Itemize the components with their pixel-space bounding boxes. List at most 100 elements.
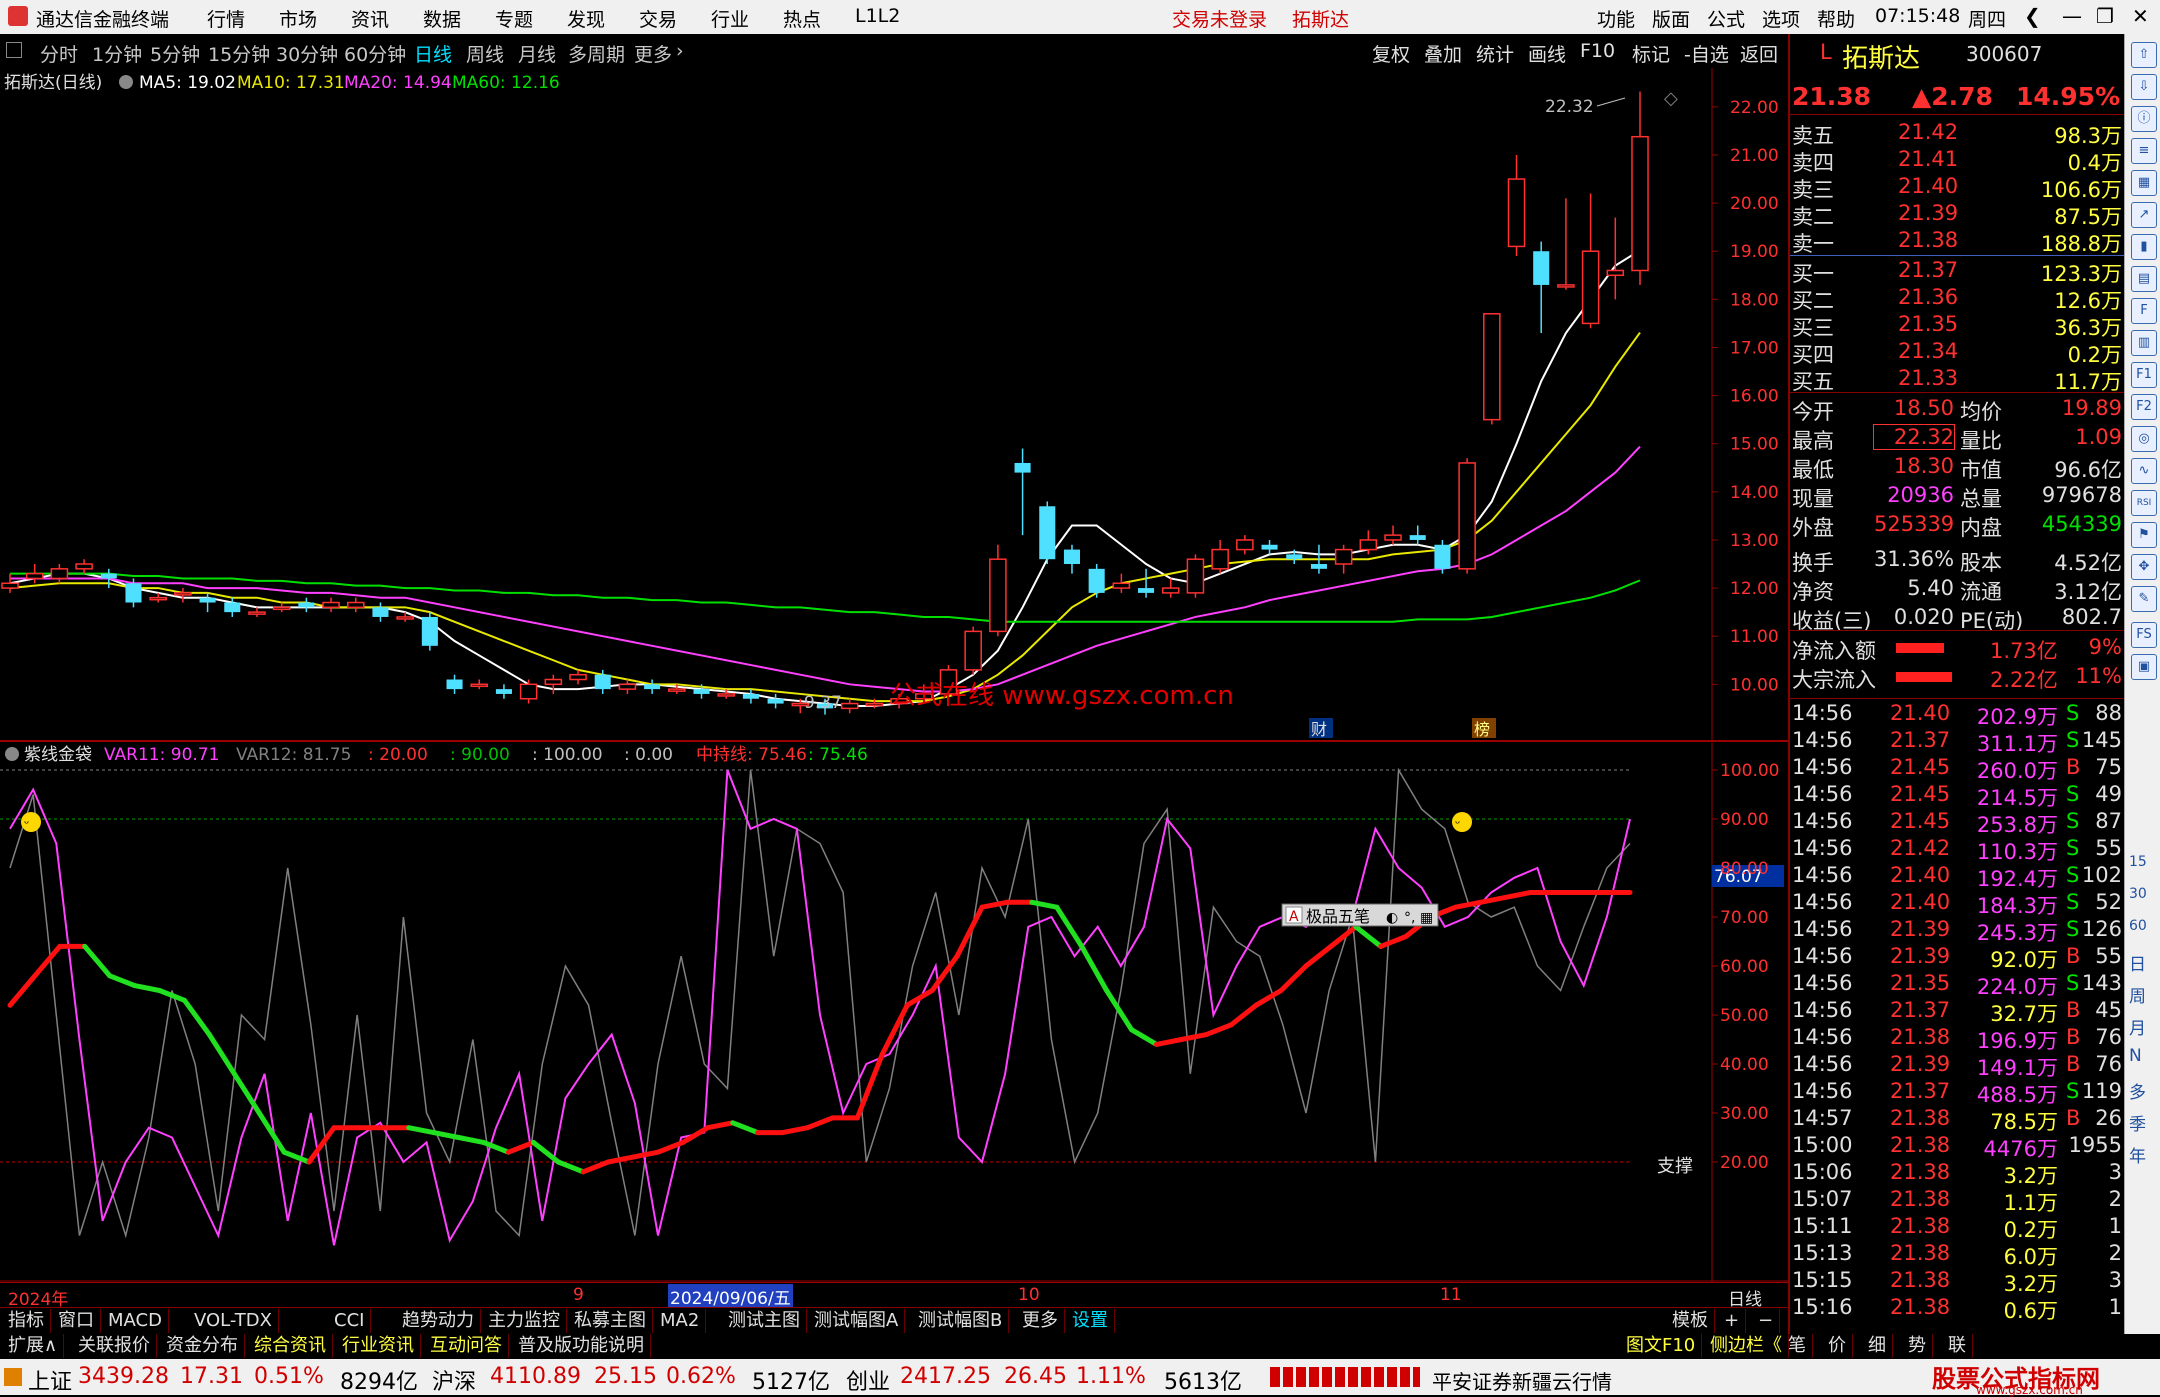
toolbar-draw[interactable]: 画线	[1528, 40, 1566, 67]
toolbar-mark[interactable]: 标记	[1632, 40, 1670, 67]
menu-item-discover[interactable]: 发现	[567, 5, 605, 32]
menu-item-function[interactable]: 功能	[1597, 5, 1635, 32]
extension-tab[interactable]: 综合资讯	[248, 1334, 333, 1358]
period-side-tab[interactable]: 周	[2129, 982, 2146, 1007]
toolbar-f10[interactable]: F10	[1580, 40, 1615, 62]
chevron-down-icon[interactable]: ⇩	[2131, 74, 2157, 100]
indicator-tab[interactable]: VOL-TDX	[188, 1309, 279, 1333]
period-tab-daily[interactable]: 日线	[414, 40, 452, 67]
menu-item-market[interactable]: 市场	[279, 5, 317, 32]
extension-tab[interactable]: 互动问答	[424, 1334, 509, 1358]
period-tab-monthly[interactable]: 月线	[518, 40, 556, 67]
indicator-tab[interactable]: 趋势动力	[396, 1309, 481, 1333]
indicator-settings-dot-icon[interactable]	[5, 747, 19, 761]
indicator-tab[interactable]: 测试幅图A	[808, 1309, 906, 1333]
menu-item-quote[interactable]: 行情	[207, 5, 245, 32]
extension-tab[interactable]: 关联报价	[72, 1334, 157, 1358]
toolbar-overlay[interactable]: 叠加	[1424, 40, 1462, 67]
indicator-tab[interactable]: MACD	[102, 1309, 169, 1333]
rsi-icon[interactable]: RSI	[2131, 490, 2157, 516]
indicator-tab[interactable]: 更多	[1016, 1309, 1065, 1333]
indicator-tab[interactable]: CCI	[328, 1309, 372, 1333]
period-side-tab[interactable]: 季	[2129, 1110, 2146, 1135]
extension-tab[interactable]: 扩展∧	[2, 1334, 65, 1358]
indicator-tab[interactable]: 测试幅图B	[912, 1309, 1010, 1333]
move-icon[interactable]: ✥	[2131, 554, 2157, 580]
info-icon[interactable]: ⓘ	[2131, 106, 2157, 132]
menu-item-layout[interactable]: 版面	[1652, 5, 1690, 32]
period-tab-60min[interactable]: 60分钟	[344, 40, 406, 67]
extension-tab[interactable]: 行业资讯	[336, 1334, 421, 1358]
f10-icon[interactable]: F	[2131, 298, 2157, 324]
menu-item-l1l2[interactable]: L1L2	[855, 5, 900, 27]
f1-icon[interactable]: F1	[2131, 362, 2157, 388]
list-icon[interactable]: ≡	[2131, 138, 2157, 164]
flag-icon[interactable]: ⚑	[2131, 522, 2157, 548]
index-cy-name[interactable]: 创业	[846, 1364, 890, 1396]
period-tab-15min[interactable]: 15分钟	[208, 40, 270, 67]
indicator-tab[interactable]: 指标	[2, 1309, 51, 1333]
settings-dot-icon[interactable]	[119, 75, 133, 89]
ime-letter-icon[interactable]: A	[1289, 909, 1299, 925]
period-side-tab[interactable]: 60	[2129, 918, 2147, 934]
collapse-icon[interactable]	[6, 42, 22, 58]
pen-icon[interactable]: ✎	[2131, 586, 2157, 612]
restore-icon[interactable]: ❐	[2096, 4, 2114, 28]
broker-name[interactable]: 平安证券新疆云行情	[1432, 1366, 1612, 1395]
ranking-marker[interactable]: 榜	[1474, 720, 1490, 739]
indicator-tab[interactable]: 测试主图	[722, 1309, 807, 1333]
menu-item-options[interactable]: 选项	[1762, 5, 1800, 32]
indicator-chart[interactable]: 紫线金袋 VAR11: 90.71 VAR12: 81.75: 20.00: 90…	[0, 740, 1788, 1282]
period-side-tab[interactable]: 日	[2129, 950, 2146, 975]
close-icon[interactable]: ✕	[2132, 4, 2149, 28]
indicator-tab[interactable]: 主力监控	[482, 1309, 567, 1333]
extension-tab[interactable]: 普及版功能说明	[512, 1334, 651, 1358]
chevron-right-icon[interactable]: ›	[676, 40, 684, 62]
period-side-tab[interactable]: 年	[2129, 1142, 2146, 1167]
side-tab[interactable]: 侧边栏《	[1704, 1334, 1789, 1358]
trade-login-status[interactable]: 交易未登录	[1172, 5, 1267, 32]
period-side-tab[interactable]: 多	[2129, 1078, 2146, 1103]
period-side-tab[interactable]: 30	[2129, 886, 2147, 902]
period-side-tab[interactable]: 月	[2129, 1014, 2146, 1039]
period-side-tab[interactable]: N	[2129, 1046, 2142, 1066]
index-hs-name[interactable]: 沪深	[432, 1364, 476, 1396]
circle-icon[interactable]: ◎	[2131, 426, 2157, 452]
grid-icon[interactable]: ▦	[2131, 170, 2157, 196]
indicator-tab[interactable]: 私募主图	[568, 1309, 653, 1333]
diamond-icon[interactable]: ◇	[1664, 88, 1678, 109]
menu-item-formula[interactable]: 公式	[1707, 5, 1745, 32]
period-tab-30min[interactable]: 30分钟	[276, 40, 338, 67]
news-icon[interactable]: ▤	[2131, 266, 2157, 292]
indicator-tab[interactable]: MA2	[654, 1309, 707, 1333]
chart-icon[interactable]: ↗	[2131, 202, 2157, 228]
fs-icon[interactable]: FS	[2131, 622, 2157, 648]
menu-item-trade[interactable]: 交易	[639, 5, 677, 32]
ime-punct-icon[interactable]: °,	[1404, 910, 1415, 926]
indicator-tab[interactable]: 设置	[1066, 1309, 1115, 1333]
toolbar-stats[interactable]: 统计	[1476, 40, 1514, 67]
chevron-up-icon[interactable]: ⇧	[2131, 42, 2157, 68]
back-arrow-icon[interactable]: ❮	[2024, 4, 2041, 28]
period-side-tab[interactable]: 15	[2129, 854, 2147, 870]
indicator-tab[interactable]: 窗口	[52, 1309, 101, 1333]
period-tab-1min[interactable]: 1分钟	[92, 40, 142, 67]
toolbar-return[interactable]: 返回	[1740, 40, 1778, 67]
ime-popup-label[interactable]: 极品五笔	[1306, 907, 1370, 926]
f2-icon[interactable]: F2	[2131, 394, 2157, 420]
book-icon[interactable]: ▣	[2131, 654, 2157, 680]
remove-tab-icon[interactable]: −	[1752, 1309, 1781, 1333]
tile-icon[interactable]: ▥	[2131, 330, 2157, 356]
menu-item-help[interactable]: 帮助	[1817, 5, 1855, 32]
period-tab-5min[interactable]: 5分钟	[150, 40, 200, 67]
menu-item-topic[interactable]: 专题	[495, 5, 533, 32]
ime-moon-icon[interactable]: ◐	[1386, 910, 1398, 926]
bar-icon[interactable]: ▮	[2131, 234, 2157, 260]
period-tab-intraday[interactable]: 分时	[40, 40, 78, 67]
period-tab-more[interactable]: 更多	[634, 40, 672, 67]
add-tab-icon[interactable]: +	[1718, 1309, 1747, 1333]
side-tab[interactable]: 图文F10	[1620, 1334, 1703, 1358]
menu-item-news[interactable]: 资讯	[351, 5, 389, 32]
main-kline-chart[interactable]: 拓斯达(日线) MA5: 19.02 MA10: 17.31 MA20: 14.…	[0, 68, 1788, 740]
menu-item-data[interactable]: 数据	[423, 5, 461, 32]
